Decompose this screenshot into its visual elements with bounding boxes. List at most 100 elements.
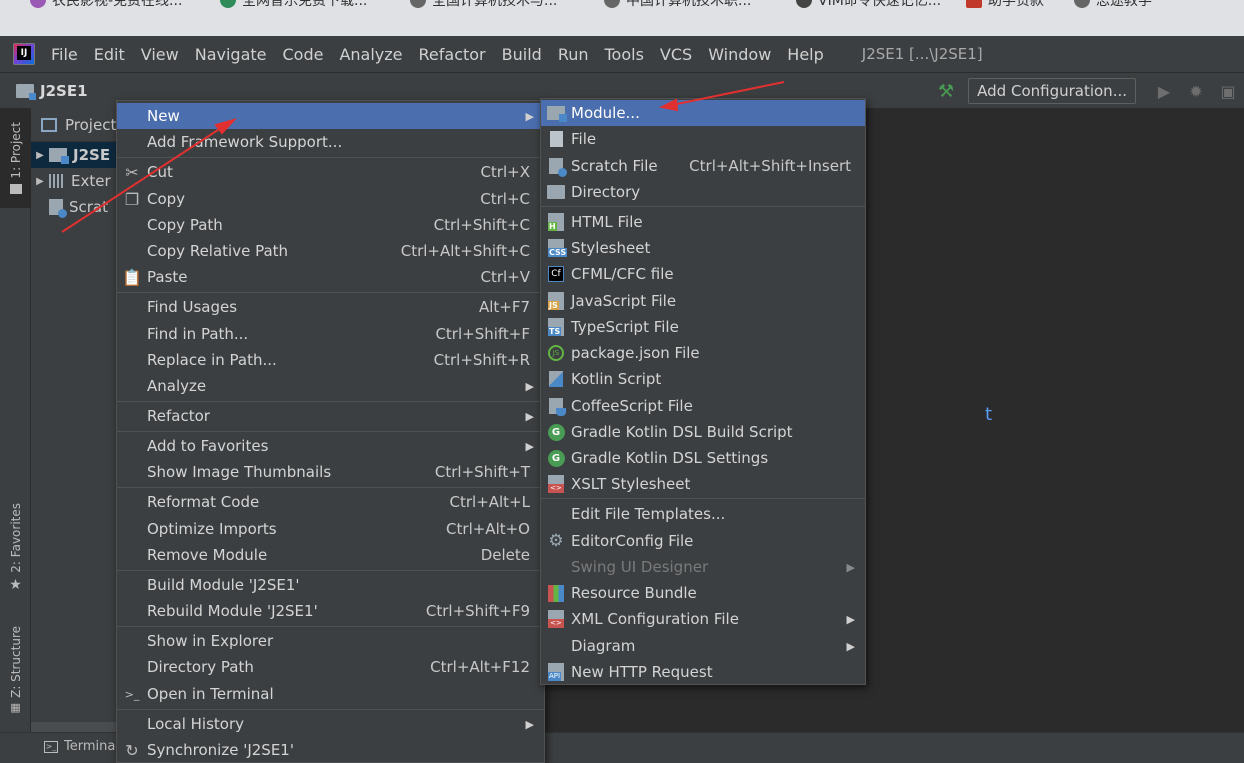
new-item-coffeescript-file[interactable]: CoffeeScript File — [541, 393, 865, 419]
menu-item-label: Local History — [147, 715, 245, 733]
menu-item-optimize-imports[interactable]: Optimize Imports Ctrl+Alt+O — [117, 516, 544, 542]
menu-item-synchronize[interactable]: ↻ Synchronize 'J2SE1' — [117, 737, 544, 763]
menu-item-show-image-thumbnails[interactable]: Show Image Thumbnails Ctrl+Shift+T — [117, 459, 544, 485]
tab-terminal[interactable]: >_ Terminal — [44, 739, 119, 754]
scratches-icon — [49, 199, 67, 218]
tree-row-scratches[interactable]: Scrat — [31, 194, 121, 220]
add-configuration-button[interactable]: Add Configuration... — [968, 78, 1136, 104]
menu-edit[interactable]: Edit — [86, 45, 133, 64]
file-icon — [549, 131, 563, 147]
menu-separator — [117, 431, 544, 432]
tab-favorites-tool[interactable]: 2: Favorites ★ — [0, 498, 31, 598]
build-hammer-icon[interactable]: ⚒ — [938, 81, 954, 102]
library-icon — [49, 174, 65, 188]
new-item-gradle-settings[interactable]: G Gradle Kotlin DSL Settings — [541, 445, 865, 471]
menu-view[interactable]: View — [133, 45, 187, 64]
bookmark-item[interactable]: 助学贷款 — [966, 0, 1044, 12]
menu-help[interactable]: Help — [779, 45, 831, 64]
menu-item-paste[interactable]: 📋 Paste Ctrl+V — [117, 264, 544, 290]
bookmark-item[interactable]: 思途教学 — [1074, 0, 1152, 12]
new-item-scratch-file[interactable]: Scratch File Ctrl+Alt+Shift+Insert — [541, 153, 865, 179]
menu-item-cut[interactable]: ✂ Cut Ctrl+X — [117, 159, 544, 185]
menu-item-reformat-code[interactable]: Reformat Code Ctrl+Alt+L — [117, 489, 544, 515]
bookmark-item[interactable]: 全网音乐免费下载... — [220, 0, 367, 12]
new-item-file[interactable]: File — [541, 126, 865, 152]
new-item-edit-file-templates[interactable]: Edit File Templates... — [541, 501, 865, 527]
debug-icon[interactable]: ✹ — [1180, 82, 1212, 101]
menu-item-replace-in-path[interactable]: Replace in Path... Ctrl+Shift+R — [117, 347, 544, 373]
menu-refactor[interactable]: Refactor — [411, 45, 494, 64]
menu-item-analyze[interactable]: Analyze ▶ — [117, 373, 544, 399]
menu-item-directory-path[interactable]: Directory Path Ctrl+Alt+F12 — [117, 654, 544, 680]
menu-item-open-in-terminal[interactable]: >_ Open in Terminal — [117, 681, 544, 707]
run-icon[interactable]: ▶ — [1148, 82, 1180, 101]
menu-item-find-usages[interactable]: Find Usages Alt+F7 — [117, 294, 544, 320]
menu-item-copy-path[interactable]: Copy Path Ctrl+Shift+C — [117, 212, 544, 238]
new-item-gradle-build-script[interactable]: G Gradle Kotlin DSL Build Script — [541, 419, 865, 445]
tree-row-external-libraries[interactable]: ▶ Exter — [31, 168, 121, 194]
menu-code[interactable]: Code — [275, 45, 332, 64]
new-item-html-file[interactable]: H HTML File — [541, 209, 865, 235]
new-item-module[interactable]: Module... — [541, 100, 865, 126]
menu-item-show-in-explorer[interactable]: Show in Explorer — [117, 628, 544, 654]
expand-arrow-icon[interactable]: ▶ — [31, 150, 49, 161]
expand-arrow-icon[interactable]: ▶ — [31, 176, 49, 187]
submenu-arrow-icon: ▶ — [525, 439, 534, 453]
new-item-resource-bundle[interactable]: Resource Bundle — [541, 580, 865, 606]
new-item-xslt-stylesheet[interactable]: <> XSLT Stylesheet — [541, 471, 865, 497]
bookmark-item[interactable]: 农民影视-免费在线... — [30, 0, 182, 12]
new-item-http-request[interactable]: API New HTTP Request — [541, 659, 865, 685]
new-item-cfml-file[interactable]: Cf CFML/CFC file — [541, 261, 865, 287]
menu-tools[interactable]: Tools — [597, 45, 652, 64]
tab-structure-tool[interactable]: Z: Structure ▦ — [0, 620, 31, 720]
menu-item-label: Swing UI Designer — [571, 558, 709, 576]
menu-navigate[interactable]: Navigate — [187, 45, 275, 64]
new-item-diagram[interactable]: Diagram ▶ — [541, 633, 865, 659]
menu-item-build-module[interactable]: Build Module 'J2SE1' — [117, 572, 544, 598]
menu-item-copy[interactable]: ❐ Copy Ctrl+C — [117, 186, 544, 212]
new-item-xml-configuration-file[interactable]: <> XML Configuration File ▶ — [541, 606, 865, 632]
menu-analyze[interactable]: Analyze — [331, 45, 410, 64]
menu-build[interactable]: Build — [494, 45, 550, 64]
menu-item-add-framework-support[interactable]: Add Framework Support... — [117, 129, 544, 155]
new-item-package-json[interactable]: JS package.json File — [541, 340, 865, 366]
project-panel-title[interactable]: Project — [65, 116, 116, 134]
new-item-kotlin-script[interactable]: Kotlin Script — [541, 366, 865, 392]
new-item-directory[interactable]: Directory — [541, 179, 865, 205]
editor-text-fragment: t — [985, 404, 993, 425]
bookmark-item[interactable]: 全国计算机技术与... — [410, 0, 557, 12]
menu-item-copy-relative-path[interactable]: Copy Relative Path Ctrl+Alt+Shift+C — [117, 238, 544, 264]
horizontal-scrollbar[interactable] — [31, 722, 121, 732]
new-item-swing-ui-designer[interactable]: Swing UI Designer ▶ — [541, 554, 865, 580]
breadcrumb-project[interactable]: J2SE1 — [40, 82, 88, 100]
tab-project-tool[interactable]: 1: Project — [0, 108, 31, 208]
menu-item-shortcut: Ctrl+Shift+C — [433, 216, 530, 234]
new-item-javascript-file[interactable]: JS JavaScript File — [541, 288, 865, 314]
menu-separator — [117, 626, 544, 627]
new-item-stylesheet[interactable]: CSS Stylesheet — [541, 235, 865, 261]
menu-item-label: TypeScript File — [571, 318, 679, 336]
menu-item-find-in-path[interactable]: Find in Path... Ctrl+Shift+F — [117, 321, 544, 347]
menu-item-new[interactable]: New ▶ — [117, 103, 544, 129]
menu-item-remove-module[interactable]: Remove Module Delete — [117, 542, 544, 568]
coverage-icon[interactable]: ▣ — [1212, 82, 1244, 101]
menu-run[interactable]: Run — [550, 45, 597, 64]
bookmark-item[interactable]: VIM命令快速记忆... — [796, 0, 941, 12]
tree-row-project[interactable]: ▶ J2SE — [31, 142, 121, 168]
package-json-icon: JS — [548, 345, 564, 361]
menu-window[interactable]: Window — [700, 45, 779, 64]
bookmark-icon — [966, 0, 982, 8]
new-item-editorconfig-file[interactable]: ⚙ EditorConfig File — [541, 528, 865, 554]
menu-file[interactable]: File — [47, 45, 86, 64]
new-item-typescript-file[interactable]: TS TypeScript File — [541, 314, 865, 340]
menu-item-local-history[interactable]: Local History ▶ — [117, 711, 544, 737]
menu-item-label: Edit File Templates... — [571, 505, 726, 523]
menu-item-label: CFML/CFC file — [571, 265, 674, 283]
bookmark-item[interactable]: 中国计算机技术职... — [604, 0, 751, 12]
menu-item-rebuild-module[interactable]: Rebuild Module 'J2SE1' Ctrl+Shift+F9 — [117, 598, 544, 624]
menu-vcs[interactable]: VCS — [652, 45, 700, 64]
icon-badge: API — [548, 672, 562, 681]
menu-item-label: Diagram — [571, 637, 636, 655]
menu-item-refactor[interactable]: Refactor ▶ — [117, 403, 544, 429]
menu-item-add-to-favorites[interactable]: Add to Favorites ▶ — [117, 433, 544, 459]
